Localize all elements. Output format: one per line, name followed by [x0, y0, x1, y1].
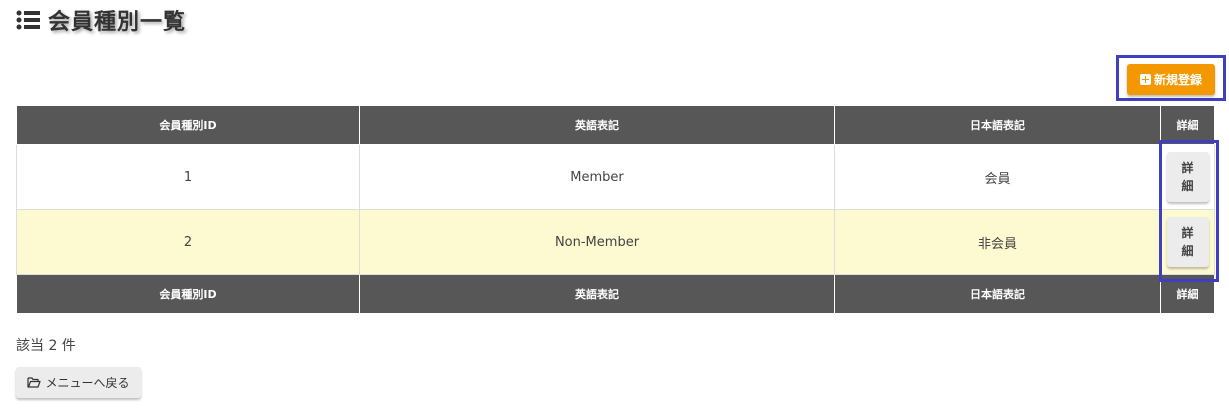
- detail-button[interactable]: 詳 細: [1166, 152, 1209, 202]
- cell-id: 2: [16, 209, 360, 275]
- table-row: 1 Member 会員 詳 細: [16, 144, 1215, 210]
- page-header: 会員種別一覧: [16, 5, 186, 35]
- cell-detail: 詳 細: [1160, 209, 1215, 275]
- header-id: 会員種別ID: [16, 105, 360, 145]
- cell-english: Non-Member: [359, 209, 835, 275]
- detail-char-1: 詳: [1181, 161, 1194, 175]
- detail-char-2: 細: [1181, 244, 1194, 258]
- footer-japanese: 日本語表記: [834, 274, 1161, 314]
- back-to-menu-label: メニューへ戻る: [45, 376, 130, 390]
- list-icon: [16, 10, 40, 30]
- detail-char-2: 細: [1181, 179, 1194, 193]
- table-footer-row: 会員種別ID 英語表記 日本語表記 詳細: [16, 274, 1215, 314]
- table-header-row: 会員種別ID 英語表記 日本語表記 詳細: [16, 105, 1215, 145]
- result-count: 該当 2 件: [16, 338, 76, 354]
- footer-detail: 詳細: [1160, 274, 1215, 314]
- header-detail: 詳細: [1160, 105, 1215, 145]
- member-type-table: 会員種別ID 英語表記 日本語表記 詳細 1 Member 会員 詳 細 2 N…: [16, 105, 1215, 314]
- cell-detail: 詳 細: [1160, 144, 1215, 210]
- footer-english: 英語表記: [359, 274, 835, 314]
- page: 会員種別一覧 新規登録 会員種別ID 英語表記 日本語表記 詳細 1 Membe…: [0, 0, 1229, 408]
- cell-japanese: 会員: [834, 144, 1161, 210]
- cell-japanese: 非会員: [834, 209, 1161, 275]
- page-title: 会員種別一覧: [48, 10, 187, 35]
- footer-id: 会員種別ID: [16, 274, 360, 314]
- table-row: 2 Non-Member 非会員 詳 細: [16, 209, 1215, 275]
- plus-square-icon: [1139, 74, 1151, 85]
- new-registration-button[interactable]: 新規登録: [1127, 64, 1215, 95]
- cell-id: 1: [16, 144, 360, 210]
- detail-button[interactable]: 詳 細: [1166, 217, 1209, 267]
- header-japanese: 日本語表記: [834, 105, 1161, 145]
- back-to-menu-button[interactable]: メニューへ戻る: [16, 367, 141, 398]
- new-registration-label: 新規登録: [1153, 73, 1202, 87]
- folder-open-icon: [27, 377, 42, 388]
- header-english: 英語表記: [359, 105, 835, 145]
- detail-char-1: 詳: [1181, 226, 1194, 240]
- cell-english: Member: [359, 144, 835, 210]
